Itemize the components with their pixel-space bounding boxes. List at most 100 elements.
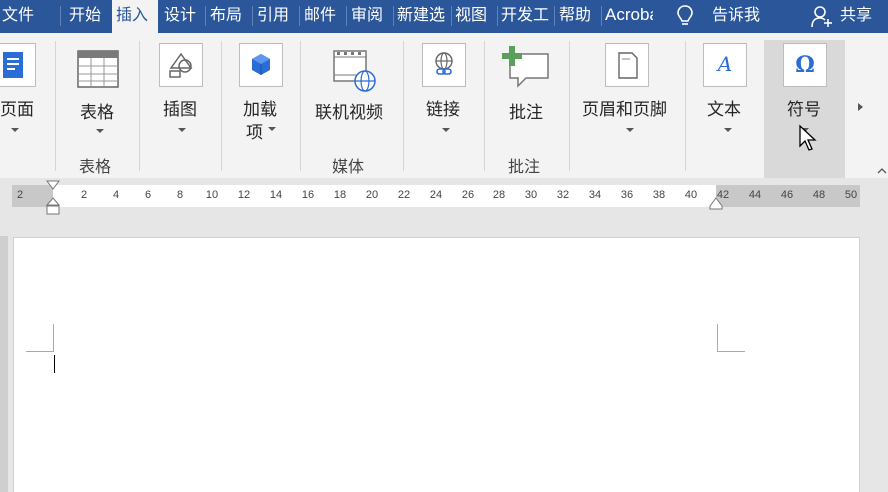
crop-mark — [53, 324, 54, 351]
share-button[interactable]: 共享 — [840, 0, 872, 30]
ruler-tick: 48 — [812, 189, 826, 201]
ruler-tick: 44 — [748, 189, 762, 201]
page-header-icon — [618, 52, 638, 79]
tab-view[interactable]: 视图 — [455, 0, 495, 33]
group-label-media: 媒体 — [332, 157, 365, 176]
link-label: 链接 — [426, 100, 460, 120]
text-cursor — [54, 355, 55, 373]
ruler-tick: 20 — [365, 189, 379, 201]
table-icon — [77, 50, 119, 88]
shapes-icon — [169, 52, 193, 78]
addins-label-line1: 加载 — [243, 100, 277, 120]
group-label-table: 表格 — [79, 157, 112, 176]
group-separator — [300, 41, 301, 171]
tab-insert[interactable]: 插入 — [112, 0, 158, 33]
lightbulb-icon[interactable] — [676, 4, 694, 28]
group-separator — [403, 41, 404, 171]
comment-label: 批注 — [509, 103, 543, 123]
tab-mailings[interactable]: 邮件 — [304, 0, 344, 33]
title-tab-bar: 文件 开始 插入 设计 布局 引用 邮件 审阅 新建选 视图 开发工 帮助 Ac… — [0, 0, 888, 33]
online-video-icon — [333, 50, 376, 92]
ruler-tick: 2 — [16, 189, 24, 201]
tab-home[interactable]: 开始 — [69, 0, 109, 33]
tab-separator — [451, 6, 452, 26]
page-icon — [3, 52, 23, 78]
ruler-tick: 12 — [237, 189, 251, 201]
chevron-down-icon — [442, 128, 450, 132]
group-separator — [221, 41, 222, 171]
symbols-label: 符号 — [787, 100, 821, 120]
ruler-tick: 16 — [301, 189, 315, 201]
pages-icon-box — [0, 43, 36, 87]
group-separator — [55, 41, 56, 171]
illustrations-label: 插图 — [163, 100, 197, 120]
tab-separator — [60, 6, 61, 26]
link-globe-icon — [435, 52, 453, 75]
ruler-tick: 36 — [620, 189, 634, 201]
vertical-ruler — [0, 236, 8, 492]
ruler-tick: 46 — [780, 189, 794, 201]
ribbon-insert: 页面 表格 表格 插图 加载 项 联机视频 媒体 链接 批注 批注 页眉和页脚 … — [0, 33, 888, 179]
ruler-tick: 32 — [556, 189, 570, 201]
ruler-tick: 22 — [397, 189, 411, 201]
vertical-scrollbar[interactable] — [877, 178, 888, 492]
ruler-tick: 24 — [429, 189, 443, 201]
symbols-icon-box: Ω — [783, 43, 827, 87]
addins-label-line2: 项 — [246, 123, 263, 143]
tab-review[interactable]: 审阅 — [351, 0, 391, 33]
ruler-tick: 10 — [205, 189, 219, 201]
tab-design[interactable]: 设计 — [164, 0, 204, 33]
tab-separator — [299, 6, 300, 26]
tab-separator — [252, 6, 253, 26]
ribbon-scroll-right-icon[interactable] — [858, 103, 863, 111]
ruler-tick: 34 — [588, 189, 602, 201]
new-comment-icon — [502, 46, 549, 88]
tab-layout[interactable]: 布局 — [210, 0, 250, 33]
tab-new[interactable]: 新建选 — [397, 0, 450, 33]
crop-mark — [717, 324, 718, 351]
illustrations-icon-box — [159, 43, 203, 87]
group-separator — [484, 41, 485, 171]
addins-icon-box — [239, 43, 283, 87]
chevron-down-icon — [268, 127, 276, 131]
tab-help[interactable]: 帮助 — [559, 0, 599, 33]
crop-mark — [717, 351, 745, 352]
ruler-tick: 4 — [112, 189, 120, 201]
mouse-pointer-icon — [799, 124, 817, 151]
share-person-icon[interactable] — [810, 5, 834, 29]
online-video-label: 联机视频 — [315, 103, 383, 123]
ruler-tick: 50 — [844, 189, 858, 201]
group-separator — [569, 41, 570, 171]
crop-mark — [26, 351, 54, 352]
ruler-tick: 38 — [652, 189, 666, 201]
addin-cube-icon — [252, 54, 270, 75]
header-footer-icon-box — [605, 43, 649, 87]
collapse-ribbon-icon[interactable] — [876, 164, 888, 176]
text-label: 文本 — [707, 100, 741, 120]
ruler-tick: 14 — [269, 189, 283, 201]
tell-me-search[interactable]: 告诉我 — [712, 0, 760, 30]
group-separator — [685, 41, 686, 171]
tab-acrobat[interactable]: Acrobat — [605, 0, 653, 33]
document-page[interactable] — [13, 237, 860, 492]
group-label-comments: 批注 — [508, 157, 541, 176]
tab-file[interactable]: 文件 — [0, 0, 42, 33]
ruler-tick: 18 — [333, 189, 347, 201]
indent-marker-icon[interactable] — [46, 180, 60, 216]
svg-text:A: A — [716, 52, 732, 76]
header-footer-label: 页眉和页脚 — [582, 100, 667, 120]
pages-label: 页面 — [0, 100, 34, 120]
text-icon-box: A — [703, 43, 747, 87]
tab-separator — [346, 6, 347, 26]
tab-separator — [205, 6, 206, 26]
ruler-tick: 40 — [684, 189, 698, 201]
chevron-down-icon — [11, 128, 19, 132]
link-icon-box — [422, 43, 466, 87]
text-box-icon: A — [716, 52, 732, 76]
tab-developer[interactable]: 开发工 — [501, 0, 552, 33]
tab-references[interactable]: 引用 — [257, 0, 297, 33]
ruler-tick: 28 — [492, 189, 506, 201]
chevron-down-icon — [724, 128, 732, 132]
ruler-tick: 30 — [524, 189, 538, 201]
right-indent-marker-icon[interactable] — [709, 197, 723, 211]
